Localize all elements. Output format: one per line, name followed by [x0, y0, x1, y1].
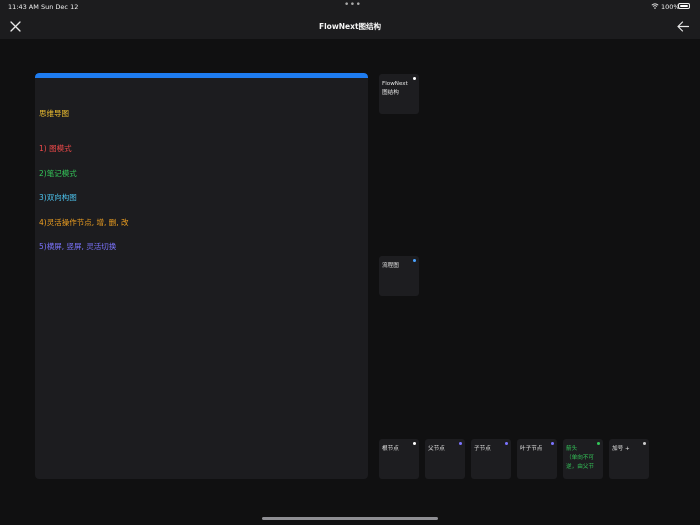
panel-line-4: 4)灵活操作节点, 增, 删, 改	[39, 218, 129, 227]
tile-flowchart[interactable]: 流程图	[379, 256, 419, 296]
tile-label: 子节点	[474, 446, 491, 452]
panel-line-2: 2)笔记模式	[39, 169, 77, 178]
tile-leaf-node[interactable]: 叶子节点	[517, 439, 557, 479]
panel-accent-bar	[35, 73, 368, 78]
page-title: FlowNext图结构	[318, 22, 382, 31]
tile-flownext[interactable]: FlowNext 图结构	[379, 74, 419, 114]
tile-dot	[597, 442, 600, 445]
status-date: Sun Dec 12	[41, 3, 79, 11]
status-bar: 11:43 AM Sun Dec 12 ••• 100%	[0, 0, 700, 14]
tile-dot	[413, 77, 416, 80]
tile-dot	[413, 442, 416, 445]
tile-label: 流程图	[382, 263, 399, 269]
tile-root-node[interactable]: 根节点	[379, 439, 419, 479]
battery-icon	[678, 3, 690, 9]
nav-bar: FlowNext图结构	[0, 14, 700, 39]
tile-label: 箭头 （单向不可逆，由父节	[566, 446, 594, 470]
tile-plus[interactable]: 加号 +	[609, 439, 649, 479]
tile-dot	[459, 442, 462, 445]
status-time: 11:43 AM	[8, 3, 39, 11]
tile-dot	[643, 442, 646, 445]
tile-parent-node[interactable]: 父节点	[425, 439, 465, 479]
tile-dot	[505, 442, 508, 445]
panel-line-title: 思维导图	[39, 109, 69, 118]
tile-label: 父节点	[428, 446, 445, 452]
tile-label: 叶子节点	[520, 446, 543, 452]
home-indicator[interactable]	[262, 517, 438, 520]
tile-arrow[interactable]: 箭头 （单向不可逆，由父节	[563, 439, 603, 479]
battery-percent: 100%	[661, 3, 680, 11]
tile-dot	[413, 259, 416, 262]
screen: 11:43 AM Sun Dec 12 ••• 100% FlowNext图结构…	[0, 0, 700, 525]
panel-line-5: 5)横屏, 竖屏, 灵活切换	[39, 242, 117, 251]
tile-dot	[551, 442, 554, 445]
arrow-left-icon[interactable]	[676, 20, 690, 33]
wifi-icon	[651, 3, 659, 9]
tile-child-node[interactable]: 子节点	[471, 439, 511, 479]
tile-label: FlowNext 图结构	[382, 81, 408, 96]
note-panel[interactable]: 思维导图 1) 图模式 2)笔记模式 3)双向构图 4)灵活操作节点, 增, 删…	[35, 73, 368, 479]
panel-line-1: 1) 图模式	[39, 144, 72, 153]
tile-label: 加号 +	[612, 446, 630, 452]
tile-label: 根节点	[382, 446, 399, 452]
multitasking-dots[interactable]: •••	[344, 0, 361, 10]
panel-line-3: 3)双向构图	[39, 193, 77, 202]
